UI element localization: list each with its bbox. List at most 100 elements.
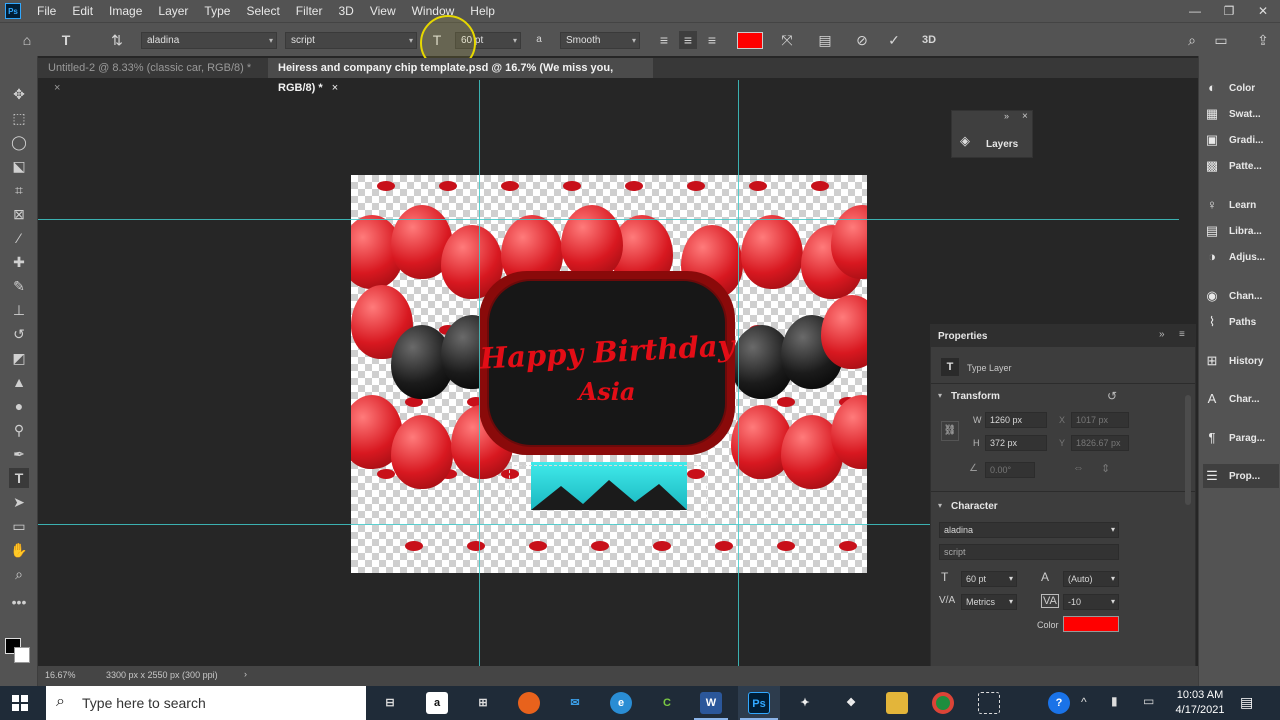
snip-icon[interactable]	[978, 692, 1000, 714]
angle-field[interactable]: 0.00°	[985, 462, 1035, 478]
x-field[interactable]: 1017 px	[1071, 412, 1129, 428]
hand-tool-icon[interactable]: ✋	[9, 540, 29, 560]
antialias-select[interactable]: Smooth ▾	[560, 32, 640, 49]
move-tool-icon[interactable]: ✥	[9, 84, 29, 104]
file-explorer-icon[interactable]	[886, 692, 908, 714]
frame-tool-icon[interactable]: ⊠	[9, 204, 29, 224]
panel-collapse-icon[interactable]: »	[1159, 329, 1165, 340]
character-font-family[interactable]: aladina ▾	[939, 522, 1119, 538]
tracking-field[interactable]: -10 ▾	[1063, 594, 1119, 610]
font-style-select[interactable]: script ▾	[285, 32, 417, 49]
character-color-swatch[interactable]	[1063, 616, 1119, 632]
panel-menu-icon[interactable]: ≡	[1179, 329, 1185, 340]
dock-learn[interactable]: ♀ Learn	[1203, 193, 1279, 217]
more-tools-icon[interactable]: •••	[9, 592, 29, 612]
character-title[interactable]: Character	[951, 501, 998, 512]
align-left-icon[interactable]: ≡	[655, 31, 673, 49]
menu-image[interactable]: Image	[101, 0, 150, 22]
lasso-tool-icon[interactable]: ◯	[9, 132, 29, 152]
paint-bucket-icon[interactable]: ▲	[9, 372, 29, 392]
flip-vertical-icon[interactable]: ⇕	[1101, 462, 1110, 475]
task-view-icon[interactable]: ⊟	[379, 692, 401, 714]
3d-text-button[interactable]: 3D	[920, 31, 938, 49]
brush-tool-icon[interactable]: ✎	[9, 276, 29, 296]
background-color[interactable]	[14, 647, 30, 663]
rectangle-tool-icon[interactable]: ▭	[9, 516, 29, 536]
zoom-tool-icon[interactable]: ⌕	[9, 564, 29, 584]
network-icon[interactable]: ▭	[1143, 694, 1154, 708]
share-icon[interactable]: ⇪	[1254, 31, 1272, 49]
menu-select[interactable]: Select	[238, 0, 287, 22]
history-brush-icon[interactable]: ↺	[9, 324, 29, 344]
menu-layer[interactable]: Layer	[150, 0, 196, 22]
dock-history[interactable]: ⊞ History	[1203, 349, 1279, 373]
panel-collapse-icon[interactable]: »	[1004, 111, 1009, 121]
dock-patterns[interactable]: ▩ Patte...	[1203, 154, 1279, 178]
eraser-tool-icon[interactable]: ◩	[9, 348, 29, 368]
path-select-icon[interactable]: ➤	[9, 492, 29, 512]
text-color-swatch[interactable]	[737, 32, 763, 49]
home-icon[interactable]: ⌂	[18, 31, 36, 49]
height-field[interactable]: 372 px	[985, 435, 1047, 451]
align-right-icon[interactable]: ≡	[703, 31, 721, 49]
firefox-icon[interactable]	[518, 692, 540, 714]
chevron-down-icon[interactable]: ▾	[938, 501, 942, 510]
photoshop-logo[interactable]: Ps	[5, 3, 21, 19]
zoom-level[interactable]: 16.67%	[45, 670, 76, 680]
menu-help[interactable]: Help	[462, 0, 503, 22]
transform-box[interactable]	[509, 465, 707, 525]
layers-icon[interactable]: ◈	[960, 133, 970, 149]
dropbox-icon[interactable]: ❖	[840, 692, 862, 714]
align-center-icon[interactable]: ≡	[679, 31, 697, 49]
font-family-select[interactable]: aladina ▾	[141, 32, 277, 49]
menu-file[interactable]: File	[29, 0, 64, 22]
dock-libraries[interactable]: ▤ Libra...	[1203, 219, 1279, 243]
dock-adjustments[interactable]: ◑ Adjus...	[1203, 245, 1279, 269]
character-panel-icon[interactable]: ▤	[816, 31, 834, 49]
char-size-field[interactable]: 60 pt ▾	[961, 571, 1017, 587]
chevron-down-icon[interactable]: ▾	[938, 391, 942, 400]
dock-gradients[interactable]: ▣ Gradi...	[1203, 128, 1279, 152]
dock-properties[interactable]: ☰ Prop...	[1203, 464, 1279, 488]
y-field[interactable]: 1826.67 px	[1071, 435, 1129, 451]
mail-icon[interactable]: ✉	[564, 692, 586, 714]
warp-text-icon[interactable]: ⤧	[778, 31, 796, 49]
scrollbar[interactable]	[1185, 395, 1191, 505]
text-orientation-icon[interactable]: ⇅	[108, 31, 126, 49]
notifications-icon[interactable]: ▤	[1240, 694, 1253, 711]
minimize-button[interactable]: —	[1178, 4, 1212, 18]
dock-swatches[interactable]: ▦ Swat...	[1203, 102, 1279, 126]
tab-heiress-template[interactable]: Heiress and company chip template.psd @ …	[268, 58, 653, 94]
blur-tool-icon[interactable]: ●	[9, 396, 29, 416]
pen-tool-icon[interactable]: ✒	[9, 444, 29, 464]
commit-icon[interactable]: ✓	[885, 31, 903, 49]
tray-chevron-icon[interactable]: ^	[1081, 695, 1087, 709]
document-info[interactable]: 3300 px x 2550 px (300 ppi)	[106, 670, 218, 680]
clock-time[interactable]: 10:03 AM	[1176, 689, 1224, 701]
word-icon[interactable]: W	[700, 692, 722, 714]
dodge-tool-icon[interactable]: ⚲	[9, 420, 29, 440]
edge-icon[interactable]: e	[610, 692, 632, 714]
crop-tool-icon[interactable]: ⌗	[9, 180, 29, 200]
taskbar-search-box[interactable]: ⌕ Type here to search	[46, 686, 366, 720]
dock-character[interactable]: A Char...	[1203, 387, 1279, 411]
leading-field[interactable]: (Auto) ▾	[1063, 571, 1119, 587]
reset-icon[interactable]: ↺	[1107, 389, 1117, 403]
character-font-style[interactable]: script	[939, 544, 1119, 560]
photoshop-taskbar-icon[interactable]: Ps	[748, 692, 770, 714]
tab-untitled-2[interactable]: Untitled-2 @ 8.33% (classic car, RGB/8) …	[38, 58, 266, 94]
link-icon[interactable]: ⛓	[941, 421, 959, 441]
dock-color[interactable]: ◐ Color	[1203, 76, 1279, 100]
guide-horizontal-top[interactable]	[38, 219, 1179, 220]
pen-app-icon[interactable]: ✦	[794, 692, 816, 714]
status-menu-arrow[interactable]: ›	[244, 669, 247, 679]
type-tool-preset-icon[interactable]: T	[57, 31, 75, 49]
camtasia-icon[interactable]: C	[656, 692, 678, 714]
restore-button[interactable]: ❐	[1212, 4, 1246, 18]
healing-brush-icon[interactable]: ✚	[9, 252, 29, 272]
tab-close-icon[interactable]: ×	[54, 82, 60, 94]
search-icon[interactable]: ⌕	[1183, 31, 1201, 49]
guide-vertical-right[interactable]	[738, 80, 739, 666]
guide-vertical-left[interactable]	[479, 80, 480, 666]
menu-filter[interactable]: Filter	[288, 0, 331, 22]
